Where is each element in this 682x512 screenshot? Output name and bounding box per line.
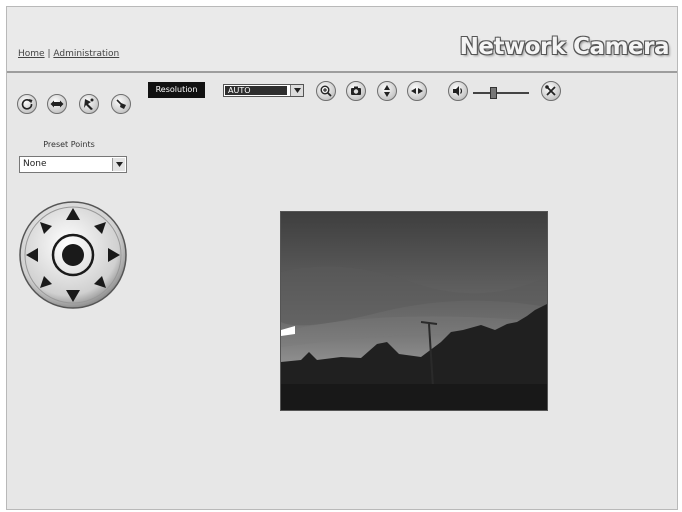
- ptz-control-pad: [18, 200, 128, 310]
- preset-points-label: Preset Points: [43, 140, 95, 149]
- auto-pan-button[interactable]: [111, 94, 131, 114]
- refresh-icon: [21, 99, 33, 110]
- auto-pan-icon: [116, 99, 126, 109]
- zoom-icon: [320, 85, 332, 97]
- tools-icon: [545, 85, 556, 96]
- resolution-value: AUTO: [225, 86, 287, 95]
- vertical-flip-icon: [384, 85, 390, 97]
- speaker-icon: [453, 86, 463, 96]
- zoom-button[interactable]: [316, 81, 336, 101]
- volume-track: [473, 92, 529, 94]
- live-video-image: [281, 212, 547, 410]
- horizontal-flip-button[interactable]: [407, 81, 427, 101]
- refresh-button[interactable]: [17, 94, 37, 114]
- preset-value: None: [23, 159, 47, 169]
- volume-thumb[interactable]: [490, 87, 497, 99]
- vertical-flip-button[interactable]: [377, 81, 397, 101]
- patrol-icon: [84, 98, 94, 110]
- breadcrumb: Home | Administration: [18, 49, 119, 59]
- resolution-select[interactable]: AUTO: [223, 84, 304, 97]
- resolution-label: Resolution: [148, 82, 205, 98]
- snapshot-icon: [351, 86, 361, 95]
- horizontal-flip-icon: [411, 88, 423, 94]
- chevron-down-icon: [112, 158, 125, 171]
- administration-link[interactable]: Administration: [53, 49, 119, 59]
- nav-separator: |: [47, 49, 51, 59]
- chevron-down-icon: [290, 85, 303, 96]
- home-link[interactable]: Home: [18, 49, 45, 59]
- brand-title: Network Camera: [459, 34, 670, 60]
- app-frame: Home | Administration Network Camera Res…: [6, 6, 678, 510]
- volume-slider[interactable]: [473, 87, 529, 99]
- patrol-button[interactable]: [79, 94, 99, 114]
- header: Home | Administration Network Camera: [7, 7, 677, 73]
- audio-button[interactable]: [448, 81, 468, 101]
- ptz-center-button[interactable]: [62, 244, 84, 266]
- preset-points-select[interactable]: None: [19, 156, 127, 173]
- horizontal-patrol-button[interactable]: [47, 94, 67, 114]
- settings-button[interactable]: [541, 81, 561, 101]
- snapshot-button[interactable]: [346, 81, 366, 101]
- flip-icon: [50, 100, 64, 108]
- live-video-view[interactable]: [280, 211, 548, 411]
